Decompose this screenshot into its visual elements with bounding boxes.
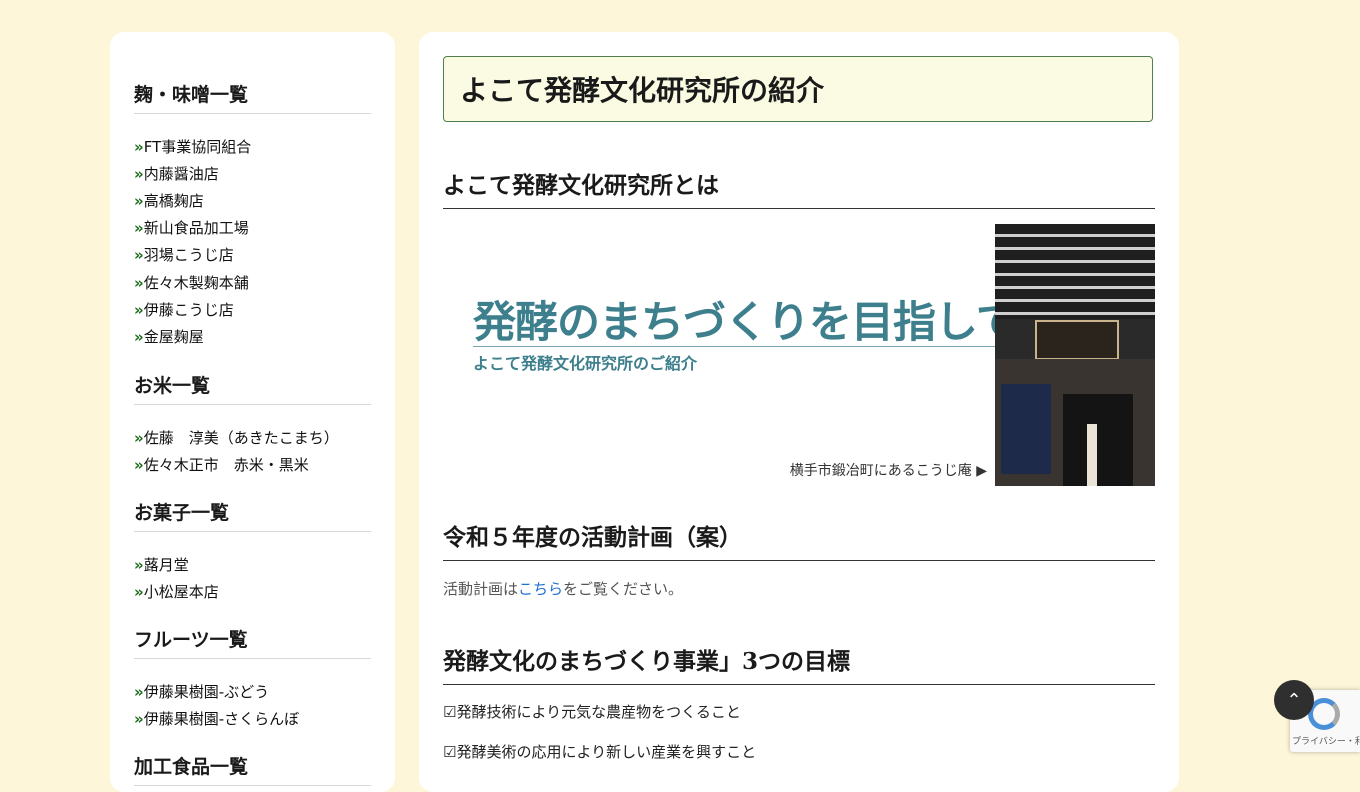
goal-item: ☑発酵技術により元気な農産物をつくること <box>443 703 741 721</box>
chevron-right-icon: » <box>134 583 144 601</box>
chevron-right-icon: » <box>134 274 144 292</box>
sidebar-heading: お菓子一覧 <box>134 498 371 532</box>
sidebar-link[interactable]: » 伊藤果樹園-ぶどう <box>134 681 269 702</box>
main-content: よこて発酵文化研究所の紹介 よこて発酵文化研究所とは 発酵のまちづくりを目指して… <box>419 32 1179 792</box>
sidebar-heading: 加工食品一覧 <box>134 752 371 786</box>
sidebar-link[interactable]: » 金屋麹屋 <box>134 326 204 347</box>
chevron-right-icon: » <box>134 429 144 447</box>
sidebar-link[interactable]: » 羽場こうじ店 <box>134 244 234 265</box>
chevron-up-icon: ⌃ <box>1286 689 1302 711</box>
sidebar-heading: お米一覧 <box>134 371 371 405</box>
koji-an-photo <box>995 224 1155 486</box>
plan-link[interactable]: こちら <box>518 580 563 598</box>
chevron-right-icon: » <box>134 683 144 701</box>
chevron-right-icon: » <box>134 246 144 264</box>
sidebar-link[interactable]: » 佐藤 淳美（あきたこまち） <box>134 427 339 448</box>
section-heading-goals: 発酵文化のまちづくり事業」3つの目標 <box>443 642 1155 685</box>
page-title: よこて発酵文化研究所の紹介 <box>460 74 825 107</box>
sidebar-link[interactable]: » 蕗月堂 <box>134 554 189 575</box>
sidebar-link[interactable]: » 新山食品加工場 <box>134 217 249 238</box>
sidebar-heading: フルーツ一覧 <box>134 625 371 659</box>
sidebar-section-fruits: フルーツ一覧 » 伊藤果樹園-ぶどう » 伊藤果樹園-さくらんぼ <box>134 625 371 728</box>
chevron-right-icon: » <box>134 456 144 474</box>
sidebar: 麹・味噌一覧 » FT事業協同組合 » 内藤醤油店 » 高橋麹店 » 新山食品加工場 »… <box>110 32 395 792</box>
sidebar-link[interactable]: » 小松屋本店 <box>134 581 219 602</box>
sidebar-section-rice: お米一覧 » 佐藤 淳美（あきたこまち） » 佐々木正市 赤米・黒米 <box>134 371 371 474</box>
scroll-to-top-button[interactable]: ⌃ <box>1274 680 1314 720</box>
chevron-right-icon: » <box>134 138 144 156</box>
chevron-right-icon: » <box>134 219 144 237</box>
chevron-right-icon: » <box>134 710 144 728</box>
goal-item: ☑発酵美術の応用により新しい産業を興すこと <box>443 743 757 761</box>
section-heading-plan: 令和５年度の活動計画（案） <box>443 518 1155 561</box>
sidebar-heading: 麹・味噌一覧 <box>134 80 371 114</box>
sidebar-section-processed: 加工食品一覧 <box>134 752 371 786</box>
chevron-right-icon: » <box>134 192 144 210</box>
sidebar-link[interactable]: » 高橋麹店 <box>134 190 204 211</box>
banner-rule <box>473 346 995 347</box>
banner-headline: 発酵のまちづくりを目指して <box>473 298 1019 348</box>
chevron-right-icon: » <box>134 328 144 346</box>
chevron-right-icon: » <box>134 165 144 183</box>
chevron-right-icon: » <box>134 301 144 319</box>
sidebar-link[interactable]: » 伊藤こうじ店 <box>134 299 234 320</box>
section-heading-about: よこて発酵文化研究所とは <box>443 166 1155 209</box>
sidebar-section-sweets: お菓子一覧 » 蕗月堂 » 小松屋本店 <box>134 498 371 601</box>
chevron-right-icon: » <box>134 556 144 574</box>
plan-paragraph: 活動計画はこちらをご覧ください。 <box>443 580 684 598</box>
banner-caption: 横手市鍛冶町にあるこうじ庵 ▶ <box>789 463 987 479</box>
banner-subtitle: よこて発酵文化研究所のご紹介 <box>473 354 698 373</box>
sidebar-link[interactable]: » 佐々木正市 赤米・黒米 <box>134 454 309 475</box>
sidebar-link[interactable]: » 内藤醤油店 <box>134 163 219 184</box>
sidebar-link[interactable]: » 佐々木製麹本舗 <box>134 272 249 293</box>
recaptcha-text[interactable]: プライバシー・利用規約 <box>1292 734 1360 747</box>
page-title-box: よこて発酵文化研究所の紹介 <box>443 56 1153 122</box>
sidebar-link[interactable]: » FT事業協同組合 <box>134 136 251 157</box>
sidebar-section-koji: 麹・味噌一覧 » FT事業協同組合 » 内藤醤油店 » 高橋麹店 » 新山食品加工場 »… <box>134 80 371 346</box>
sidebar-link[interactable]: » 伊藤果樹園-さくらんぼ <box>134 708 299 729</box>
intro-banner: 発酵のまちづくりを目指して よこて発酵文化研究所のご紹介 横手市鍛冶町にあるこう… <box>443 224 1155 486</box>
